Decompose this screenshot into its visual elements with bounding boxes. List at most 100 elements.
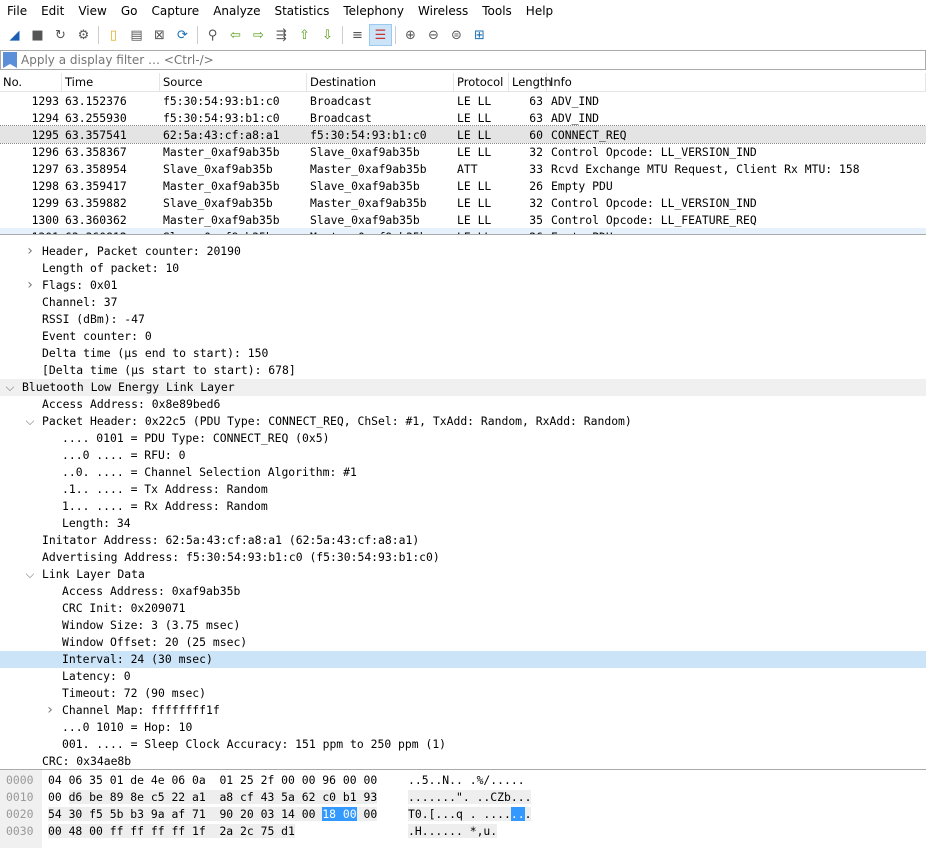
packet-row[interactable]: 1298 63.359417 Master_0xaf9ab35b Slave_0xaf… <box>0 177 926 194</box>
close-file-icon[interactable]: ⊠ <box>148 24 171 46</box>
hex-byte-group[interactable]: 04 06 35 01 de 4e 06 0a 01 25 2f 00 00 9… <box>48 773 377 787</box>
menu-statistics[interactable]: Statistics <box>267 4 336 18</box>
detail-line[interactable]: .... 0101 = PDU Type: CONNECT_REQ (0x5) <box>0 430 926 447</box>
ascii-group[interactable]: .. <box>510 807 525 821</box>
menu-view[interactable]: View <box>71 4 113 18</box>
go-first-icon[interactable]: ⇧ <box>293 24 316 46</box>
detail-line[interactable]: › Header, Packet counter: 20190 <box>0 243 926 260</box>
zoom-normal-icon[interactable]: ⊜ <box>445 24 468 46</box>
stop-capture-icon[interactable]: ■ <box>26 24 49 46</box>
detail-line[interactable]: [Delta time (µs start to start): 678] <box>0 362 926 379</box>
ascii-group[interactable]: ..5..N.. .%/..... <box>408 773 525 787</box>
chevron-down-icon[interactable]: ⌵ <box>24 566 36 583</box>
chevron-down-icon[interactable]: ⌵ <box>4 379 16 396</box>
detail-line[interactable]: CRC: 0x34ae8b <box>0 753 926 765</box>
column-header-info[interactable]: Info <box>547 73 926 91</box>
detail-line[interactable]: Channel: 37 <box>0 294 926 311</box>
detail-line[interactable]: Length: 34 <box>0 515 926 532</box>
packet-row[interactable]: 1293 63.152376 f5:30:54:93:b1:c0 Broadcast L… <box>0 92 926 109</box>
detail-line[interactable]: ...0 .... = RFU: 0 <box>0 447 926 464</box>
ascii-group[interactable]: . <box>524 807 532 821</box>
chevron-down-icon[interactable]: ⌵ <box>24 413 36 430</box>
detail-line[interactable]: ⌵ Link Layer Data <box>0 566 926 583</box>
detail-line[interactable]: ⌵ Bluetooth Low Energy Link Layer <box>0 379 926 396</box>
hex-ascii[interactable]: .......". ..CZb... <box>408 789 532 806</box>
hex-byte-group[interactable]: 18 00 <box>322 807 357 821</box>
hex-byte-group[interactable]: 00 <box>356 807 378 821</box>
autoscroll-icon[interactable]: ≡ <box>346 24 369 46</box>
column-header-length[interactable]: Length <box>509 73 552 91</box>
detail-line[interactable]: CRC Init: 0x209071 <box>0 600 926 617</box>
resize-columns-icon[interactable]: ⊞ <box>468 24 491 46</box>
hex-bytes[interactable]: 04 06 35 01 de 4e 06 0a 01 25 2f 00 00 9… <box>48 772 377 789</box>
restart-capture-icon[interactable]: ↻ <box>49 24 72 46</box>
hex-byte-group[interactable]: d6 be 89 8e c5 22 a1 a8 cf 43 5a 62 c0 b… <box>68 790 378 804</box>
open-file-icon[interactable]: ▯ <box>102 24 125 46</box>
chevron-right-icon[interactable]: › <box>44 702 56 719</box>
hex-bytes[interactable]: 00 d6 be 89 8e c5 22 a1 a8 cf 43 5a 62 c… <box>48 789 378 806</box>
packet-row[interactable]: 1294 63.255930 f5:30:54:93:b1:c0 Broadcast L… <box>0 109 926 126</box>
menu-help[interactable]: Help <box>519 4 560 18</box>
hex-ascii[interactable]: .H...... *,u. <box>408 823 498 840</box>
zoom-out-icon[interactable]: ⊖ <box>422 24 445 46</box>
detail-line[interactable]: Latency: 0 <box>0 668 926 685</box>
detail-line[interactable]: Delta time (µs end to start): 150 <box>0 345 926 362</box>
ascii-group[interactable]: .H...... *,u. <box>408 824 498 838</box>
column-header-time[interactable]: Time <box>62 73 160 91</box>
hex-bytes[interactable]: 54 30 f5 5b b3 9a af 71 90 20 03 14 00 1… <box>48 806 378 823</box>
detail-line[interactable]: ...0 1010 = Hop: 10 <box>0 719 926 736</box>
chevron-right-icon[interactable]: › <box>24 277 36 294</box>
capture-options-icon[interactable]: ⚙ <box>72 24 95 46</box>
detail-line[interactable]: Window Size: 3 (3.75 msec) <box>0 617 926 634</box>
hex-ascii[interactable]: ..5..N.. .%/..... <box>408 772 525 789</box>
detail-line[interactable]: Event counter: 0 <box>0 328 926 345</box>
menu-analyze[interactable]: Analyze <box>206 4 267 18</box>
detail-line[interactable]: Initator Address: 62:5a:43:cf:a8:a1 (62:… <box>0 532 926 549</box>
hex-bytes[interactable]: 00 48 00 ff ff ff ff 1f 2a 2c 75 d1 <box>48 823 295 840</box>
start-capture-icon[interactable]: ◢ <box>3 24 26 46</box>
detail-line[interactable]: Access Address: 0x8e89bed6 <box>0 396 926 413</box>
detail-line[interactable]: Access Address: 0xaf9ab35b <box>0 583 926 600</box>
column-header-destination[interactable]: Destination <box>307 73 454 91</box>
detail-line[interactable]: ⌵ Packet Header: 0x22c5 (PDU Type: CONNEC… <box>0 413 926 430</box>
find-packet-icon[interactable]: ⚲ <box>201 24 224 46</box>
menu-edit[interactable]: Edit <box>34 4 71 18</box>
bookmark-icon[interactable] <box>3 52 17 68</box>
column-header-no[interactable]: No. <box>0 73 62 91</box>
packet-row[interactable]: 1296 63.358367 Master_0xaf9ab35b Slave_0xaf… <box>0 143 926 160</box>
column-header-source[interactable]: Source <box>160 73 307 91</box>
colorize-icon[interactable]: ☰ <box>369 24 392 46</box>
go-forward-icon[interactable]: ⇨ <box>247 24 270 46</box>
detail-line[interactable]: 1... .... = Rx Address: Random <box>0 498 926 515</box>
save-file-icon[interactable]: ▤ <box>125 24 148 46</box>
menu-telephony[interactable]: Telephony <box>336 4 411 18</box>
detail-line[interactable]: › Channel Map: ffffffff1f <box>0 702 926 719</box>
column-header-protocol[interactable]: Protocol <box>454 73 509 91</box>
detail-line[interactable]: Length of packet: 10 <box>0 260 926 277</box>
display-filter-input[interactable] <box>21 53 925 67</box>
hex-ascii[interactable]: T0.[...q . ....... <box>408 806 532 823</box>
menu-tools[interactable]: Tools <box>475 4 519 18</box>
packet-row[interactable]: 130163.360812Slave_0xaf9ab35bMaster_0xaf… <box>0 228 926 234</box>
packet-row[interactable]: 1299 63.359882 Slave_0xaf9ab35b Master_0xaf… <box>0 194 926 211</box>
hex-byte-group[interactable]: 00 48 00 ff ff ff ff 1f 2a 2c 75 d1 <box>48 824 295 838</box>
detail-line[interactable]: .1.. .... = Tx Address: Random <box>0 481 926 498</box>
hex-byte-group[interactable]: 54 30 f5 5b b3 9a af 71 90 20 03 14 00 <box>48 807 323 821</box>
go-to-packet-icon[interactable]: ⇶ <box>270 24 293 46</box>
packet-row[interactable]: 1300 63.360362 Master_0xaf9ab35b Slave_0xaf… <box>0 211 926 228</box>
menu-wireless[interactable]: Wireless <box>411 4 475 18</box>
detail-line[interactable]: › Flags: 0x01 <box>0 277 926 294</box>
detail-line[interactable]: Advertising Address: f5:30:54:93:b1:c0 (… <box>0 549 926 566</box>
hex-byte-group[interactable]: 00 <box>48 790 69 804</box>
menu-go[interactable]: Go <box>114 4 145 18</box>
reload-file-icon[interactable]: ⟳ <box>171 24 194 46</box>
detail-line[interactable]: Interval: 24 (30 msec) <box>0 651 926 668</box>
detail-line[interactable]: Window Offset: 20 (25 msec) <box>0 634 926 651</box>
detail-line[interactable]: Timeout: 72 (90 msec) <box>0 685 926 702</box>
packet-row[interactable]: 1297 63.358954 Slave_0xaf9ab35b Master_0xaf… <box>0 160 926 177</box>
zoom-in-icon[interactable]: ⊕ <box>399 24 422 46</box>
ascii-group[interactable]: T0.[...q . .... <box>408 807 511 821</box>
chevron-right-icon[interactable]: › <box>24 243 36 260</box>
go-back-icon[interactable]: ⇦ <box>224 24 247 46</box>
menu-file[interactable]: File <box>0 4 34 18</box>
